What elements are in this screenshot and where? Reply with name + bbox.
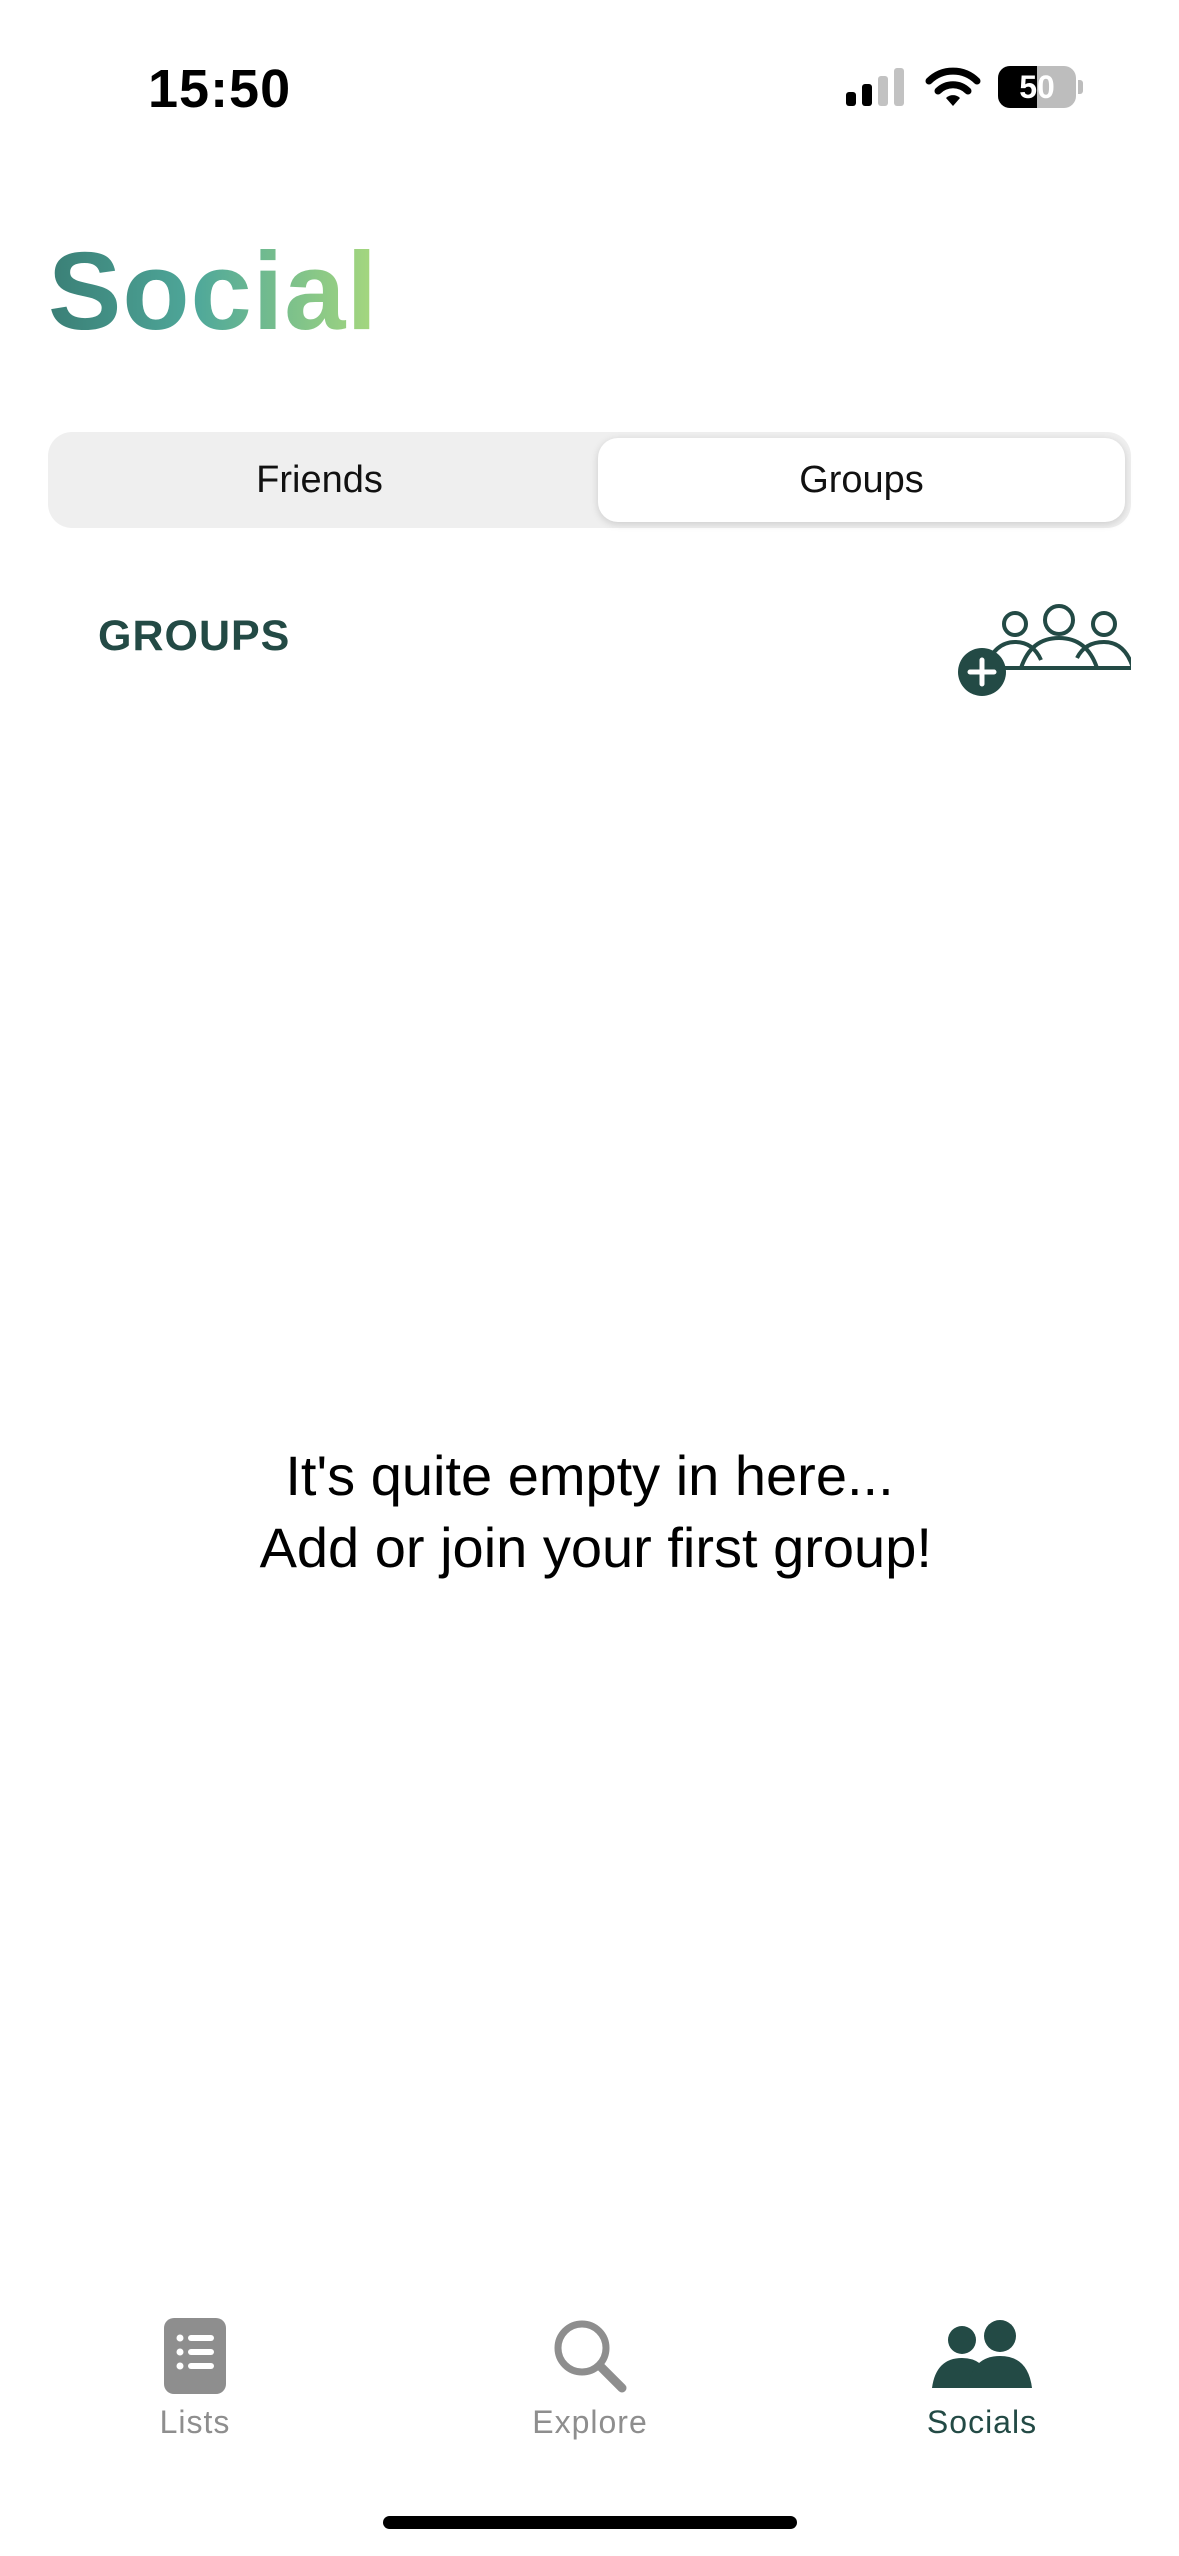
empty-state-line-1: It's quite empty in here... [285, 1444, 894, 1507]
tab-friends[interactable]: Friends [54, 438, 585, 522]
tab-groups-label: Groups [799, 458, 924, 501]
cellular-signal-icon [846, 68, 904, 106]
tab-groups[interactable]: Groups [598, 438, 1125, 522]
battery-level-text: 50 [1019, 69, 1055, 105]
tabbar-explore-label: Explore [532, 2404, 648, 2440]
tabbar-lists[interactable]: Lists [95, 2318, 295, 2441]
list-icon [164, 2318, 226, 2394]
tabbar-explore[interactable]: Explore [490, 2318, 690, 2441]
tab-friends-label: Friends [256, 458, 383, 501]
friends-groups-segmented-control: Friends Groups [48, 432, 1131, 528]
add-group-button[interactable] [955, 598, 1131, 698]
groups-heading: GROUPS [98, 612, 291, 660]
tabbar-socials-label: Socials [926, 2404, 1038, 2440]
status-time: 15:50 [148, 59, 292, 119]
search-icon [554, 2320, 627, 2393]
home-indicator[interactable] [383, 2516, 797, 2529]
tabbar-socials[interactable]: Socials [882, 2318, 1082, 2441]
page-title: Social [48, 230, 379, 353]
add-group-icon [983, 604, 1131, 670]
wifi-icon [925, 67, 981, 106]
empty-state-line-2: Add or join your first group! [247, 1516, 932, 1579]
tabbar-lists-label: Lists [159, 2404, 231, 2440]
battery-icon: 50 [998, 66, 1084, 108]
empty-state-message: It's quite empty in here... Add or join … [0, 1440, 1179, 1584]
people-icon [932, 2320, 1032, 2388]
